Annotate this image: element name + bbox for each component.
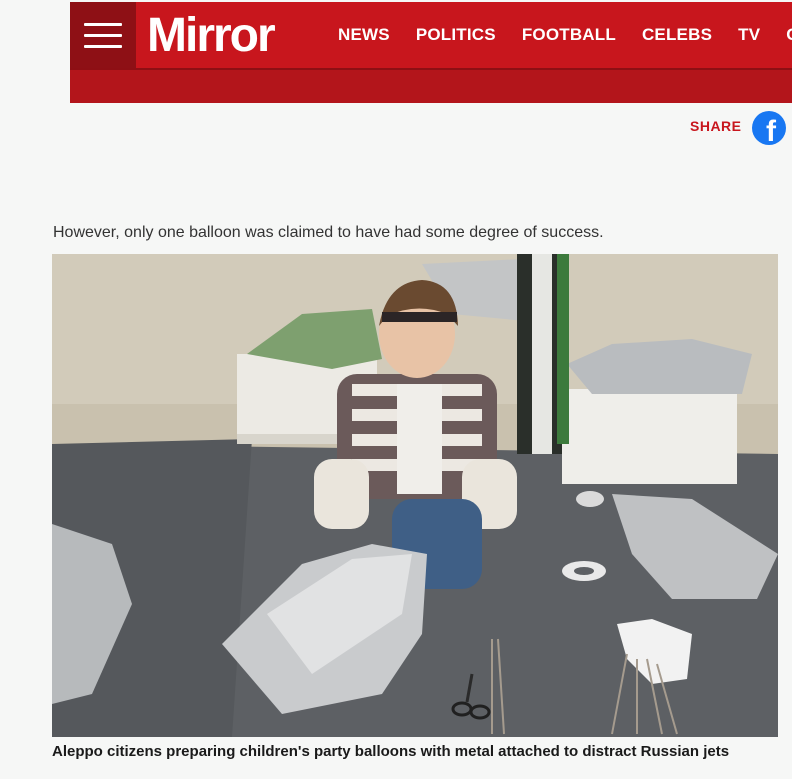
site-logo[interactable]: Mirror [147,6,276,66]
facebook-icon[interactable]: f [752,111,786,145]
article-photo [52,254,778,737]
article-paragraph: However, only one balloon was claimed to… [53,224,604,241]
nav-item-football[interactable]: FOOTBALL [522,25,616,45]
header-sub-bar [70,70,792,103]
photo-caption: Aleppo citizens preparing children's par… [52,743,730,760]
hamburger-menu-icon[interactable] [70,2,136,68]
nav-item-tv[interactable]: TV [738,25,760,45]
share-label: SHARE [690,118,742,134]
main-nav: NEWS POLITICS FOOTBALL CELEBS TV CH [338,2,792,68]
site-header: Mirror NEWS POLITICS FOOTBALL CELEBS TV … [70,2,792,103]
nav-item-celebs[interactable]: CELEBS [642,25,712,45]
nav-item-news[interactable]: NEWS [338,25,390,45]
nav-item-politics[interactable]: POLITICS [416,25,496,45]
nav-item-truncated[interactable]: CH [786,25,792,45]
